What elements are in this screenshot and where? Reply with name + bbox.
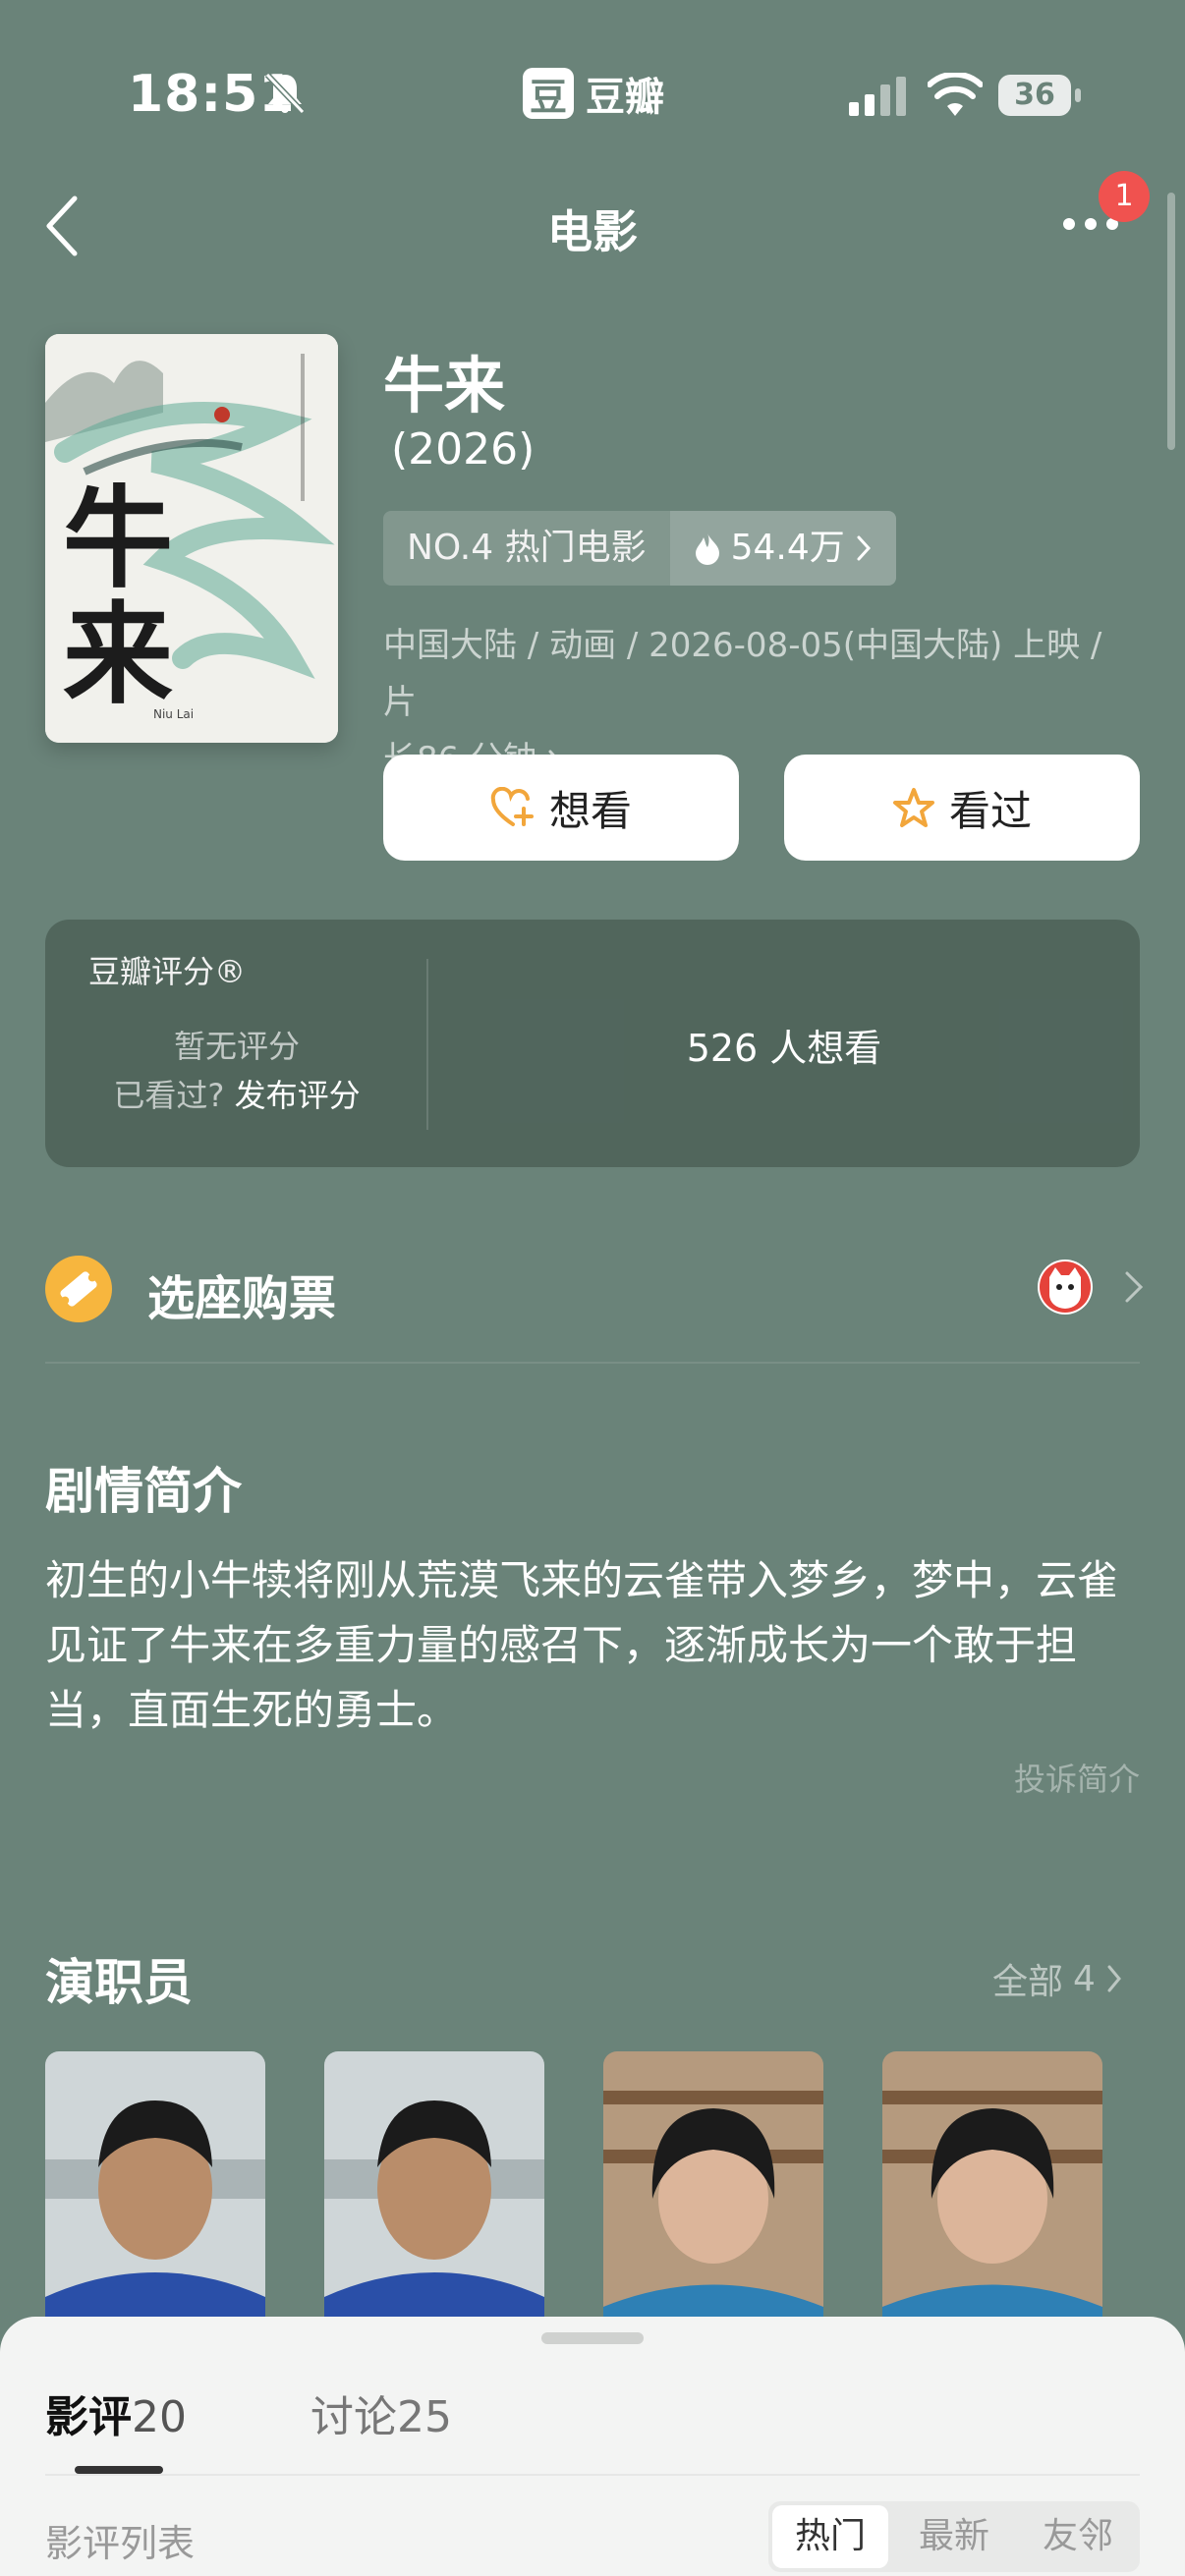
- divider: [45, 1362, 1140, 1364]
- cast-photo[interactable]: [603, 2051, 823, 2346]
- rating-label: 豆瓣评分®: [88, 953, 247, 990]
- chevron-right-icon: [1107, 1965, 1121, 1992]
- maoyan-cat-icon: [1038, 1260, 1093, 1315]
- filter-latest[interactable]: 最新: [896, 2501, 1012, 2572]
- want-to-watch-button[interactable]: 想看: [383, 755, 739, 861]
- active-tab-indicator: [75, 2466, 163, 2474]
- rank-label: NO.4 热门电影: [383, 511, 670, 586]
- review-sort-filter[interactable]: 热门 最新 友邻: [768, 2501, 1140, 2572]
- cast-photo[interactable]: [324, 2051, 544, 2346]
- movie-poster[interactable]: 牛 来 Niu Lai: [45, 334, 338, 743]
- scrollbar[interactable]: [1167, 193, 1175, 450]
- report-synopsis-link[interactable]: 投诉简介: [983, 1755, 1140, 1800]
- seen-prompt: 已看过? 发布评分: [113, 1077, 361, 1114]
- meta-line-1: 中国大陆 / 动画 / 2026-08-05(中国大陆) 上映 / 片: [383, 626, 1102, 722]
- hot-count-value: 54.4万: [730, 528, 845, 568]
- signal-icon: [849, 77, 906, 116]
- heart-plus-icon: [490, 787, 534, 826]
- sheet-drag-handle[interactable]: [541, 2332, 644, 2344]
- cast-photo[interactable]: [882, 2051, 1102, 2346]
- filter-friends[interactable]: 友邻: [1020, 2501, 1136, 2572]
- app-name: 豆瓣: [586, 75, 664, 120]
- seen-button[interactable]: 看过: [784, 755, 1140, 861]
- battery-icon: 36: [998, 75, 1081, 118]
- ticket-label: 选座购票: [147, 1271, 337, 1326]
- no-rating-text: 暂无评分: [173, 1028, 300, 1065]
- cast-title: 演职员: [45, 1954, 193, 2011]
- want-label: 想看: [548, 786, 632, 835]
- reviews-sheet[interactable]: 影评20 讨论25 影评列表 热门 最新 友邻: [0, 2317, 1185, 2576]
- ticket-row[interactable]: 选座购票: [45, 1246, 1144, 1344]
- chevron-right-icon: [1125, 1271, 1144, 1303]
- divider: [45, 2474, 1140, 2476]
- flame-icon: [695, 533, 719, 565]
- bell-muted-icon: [264, 72, 306, 115]
- movie-title: 牛来: [383, 350, 506, 421]
- app-badge[interactable]: 豆 豆瓣: [523, 65, 664, 122]
- status-bar: 18:51 豆 豆瓣 36: [0, 0, 1185, 187]
- page-title: 电影: [547, 205, 638, 258]
- filter-hot[interactable]: 热门: [772, 2505, 888, 2568]
- seen-label: 看过: [948, 786, 1032, 835]
- wifi-icon: [928, 73, 983, 116]
- hot-count[interactable]: 54.4万: [669, 511, 896, 586]
- poster-subtitle: Niu Lai: [153, 707, 195, 721]
- want-count: 526 人想看: [686, 1027, 882, 1070]
- cast-all-link[interactable]: 全部 4: [992, 1953, 1123, 2004]
- review-list-label: 影评列表: [45, 2522, 196, 2565]
- publish-rating-link[interactable]: 发布评分: [235, 1077, 361, 1114]
- douban-logo-icon: 豆: [523, 68, 574, 119]
- chevron-right-icon: [857, 535, 871, 561]
- synopsis-title: 剧情简介: [45, 1463, 242, 1520]
- poster-title: 牛 来: [63, 475, 173, 719]
- notification-badge: 1: [1099, 171, 1150, 222]
- tab-discussions[interactable]: 讨论25: [310, 2381, 452, 2444]
- rating-card: 豆瓣评分® 暂无评分 已看过? 发布评分 526 人想看: [45, 920, 1140, 1167]
- cast-photo[interactable]: [45, 2051, 265, 2346]
- synopsis-text: 初生的小牛犊将刚从荒漠飞来的云雀带入梦乡，梦中，云雀见证了牛来在多重力量的感召下…: [45, 1556, 1119, 1734]
- movie-year: (2026): [391, 424, 536, 475]
- star-icon: [892, 788, 934, 827]
- rank-badge[interactable]: NO.4 热门电影 54.4万: [383, 511, 896, 586]
- tab-reviews[interactable]: 影评20: [45, 2381, 187, 2444]
- ticket-icon: [45, 1256, 112, 1322]
- battery-level: 36: [998, 75, 1071, 116]
